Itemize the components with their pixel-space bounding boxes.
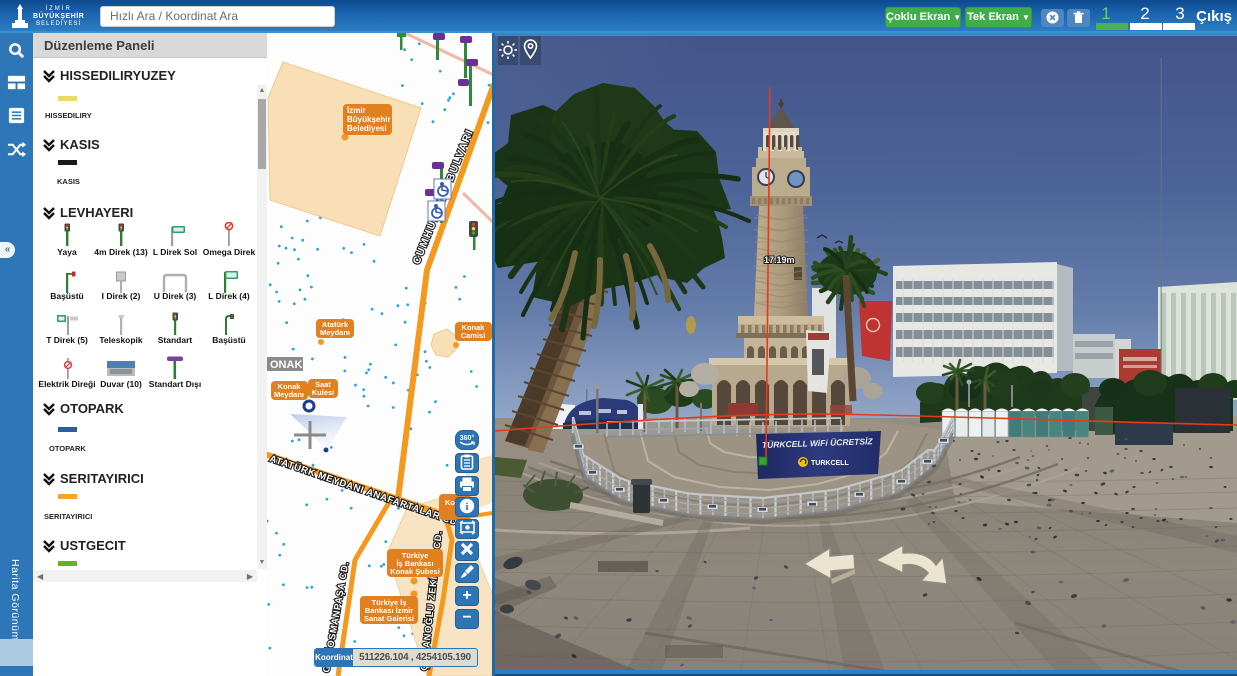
svg-text:Sanat Galerisi: Sanat Galerisi: [364, 614, 414, 623]
svg-text:Camisi: Camisi: [461, 331, 486, 340]
svg-text:Büyükşehir: Büyükşehir: [347, 115, 391, 124]
svg-text:360°: 360°: [460, 434, 475, 442]
svg-text:Belediyesi: Belediyesi: [347, 124, 387, 133]
svg-text:Kulesi: Kulesi: [312, 388, 335, 397]
svg-text:17.19m: 17.19m: [764, 255, 795, 265]
svg-text:ONAK: ONAK: [270, 359, 302, 371]
svg-text:i: i: [465, 501, 468, 513]
svg-text:Konak Şubesi: Konak Şubesi: [390, 567, 440, 576]
svg-text:TURKCELL: TURKCELL: [811, 460, 849, 467]
svg-text:İzmir: İzmir: [347, 106, 366, 115]
svg-text:Ko: Ko: [445, 498, 455, 507]
svg-text:Meydanı: Meydanı: [320, 328, 350, 337]
svg-text:Meydanı: Meydanı: [274, 390, 304, 399]
